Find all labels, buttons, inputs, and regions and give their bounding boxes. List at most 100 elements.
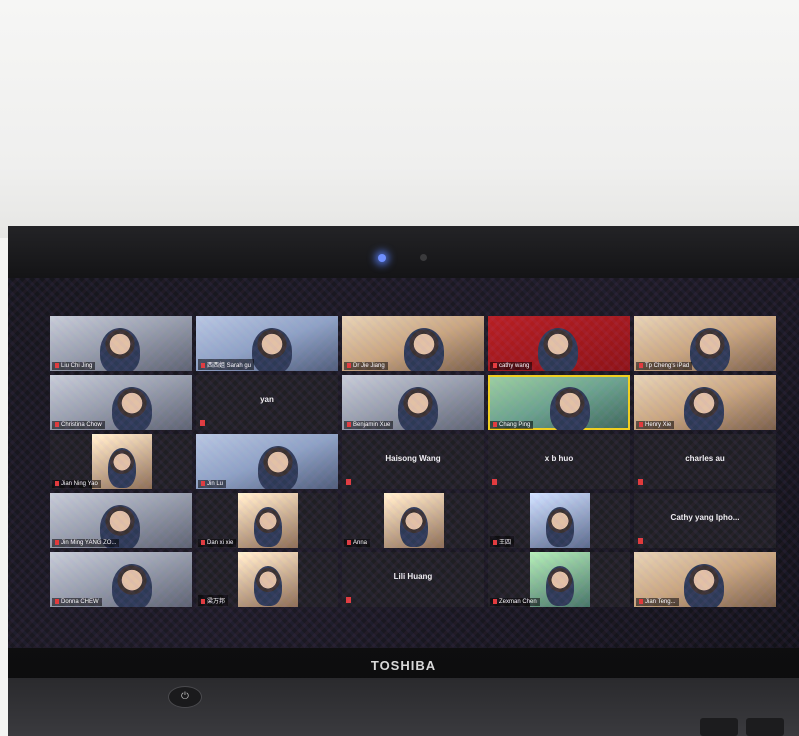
participant-name: Zexman Chen [499,599,537,605]
muted-mic-icon [639,362,643,368]
muted-mic-icon [493,539,497,545]
participant-tile[interactable]: Liu Chi Jing [50,316,192,371]
participant-tile[interactable]: Dr Jie Jiang [342,316,484,371]
participant-video-figure [404,328,444,371]
participant-name: Cathy yang Ipho... [670,513,740,522]
participant-tile[interactable]: yan [196,375,338,430]
screen-bezel-top [8,226,799,278]
muted-mic-icon [200,420,205,426]
participant-name: Liu Chi Jing [61,363,93,369]
participant-name-label: Dr Jie Jiang [344,361,388,370]
muted-mic-icon [201,539,205,545]
participant-name-label: Chang Ping [490,420,534,429]
muted-mic-icon [201,598,205,604]
muted-mic-icon [55,539,59,545]
participant-video-figure [690,328,730,371]
participant-tile[interactable]: Benjamin Xue [342,375,484,430]
participant-name: charles au [685,454,725,463]
participant-video-figure [112,564,152,607]
participant-name: Christina Chow [61,422,102,428]
muted-mic-icon [55,421,59,427]
participant-tile[interactable]: Anna [342,493,484,548]
wall-background [0,0,799,238]
participant-tile[interactable]: Chang Ping [488,375,630,430]
participant-name-label: Jin Lu [198,479,227,488]
participant-name: Haisong Wang [385,454,441,463]
participant-tile[interactable]: Donna CHEW [50,552,192,607]
participant-tile[interactable]: charles au [634,434,776,489]
participant-name: Jin Lu [207,481,224,487]
participant-name-label: Dan xi xie [198,538,237,547]
webcam-lens-icon [420,254,427,261]
participant-tile[interactable]: Jin Lu [196,434,338,489]
participant-name: Jian Teng... [645,599,676,605]
participant-name-label: 西西姐 Sarah gu [198,359,255,370]
participant-name: Dan xi xie [207,540,234,546]
brand-logo: TOSHIBA [370,658,437,673]
muted-mic-icon [201,362,205,368]
participant-video-figure [254,566,282,606]
participant-tile[interactable]: cathy wang [488,316,630,371]
participant-tile[interactable]: Jian Teng... [634,552,776,607]
muted-mic-icon [638,479,643,485]
power-button-icon[interactable]: ⏻ [168,686,202,708]
muted-mic-icon [492,479,497,485]
participant-name-label: cathy wang [490,361,533,370]
participant-tile[interactable]: 王四 [488,493,630,548]
keyboard-key[interactable] [700,718,738,736]
participant-name: Jian Ning Yao [61,481,98,487]
participant-tile[interactable]: Tp Cheng's iPad [634,316,776,371]
participant-tile[interactable]: x b huo [488,434,630,489]
participant-name-label: Jin Ming YANG ZO... [52,538,120,547]
participant-tile[interactable]: Cathy yang Ipho... [634,493,776,548]
muted-mic-icon [55,362,59,368]
participant-name-label: Zexman Chen [490,597,540,606]
participant-name-label: Liu Chi Jing [52,361,96,370]
muted-mic-icon [346,597,351,603]
participant-video-figure [546,507,574,547]
participant-tile[interactable]: Jian Ning Yao [50,434,192,489]
participant-name: 西西姐 Sarah gu [207,363,252,369]
participant-name: Benjamin Xue [353,422,391,428]
participant-name: Donna CHEW [61,599,99,605]
participant-tile[interactable]: Lili Huang [342,552,484,607]
muted-mic-icon [347,539,351,545]
muted-mic-icon [493,421,497,427]
participant-name: Henry Xie [645,422,672,428]
keyboard-key[interactable] [746,718,784,736]
participant-name: Lili Huang [393,572,433,581]
participant-name: 梁万邦 [207,599,226,605]
participant-tile[interactable]: 梁万邦 [196,552,338,607]
participant-tile[interactable]: Jin Ming YANG ZO... [50,493,192,548]
participant-name: Tp Cheng's iPad [645,363,690,369]
participant-name-label: Jian Teng... [636,597,679,606]
participant-video-figure [252,328,292,371]
participant-name-label: Benjamin Xue [344,420,394,429]
muted-mic-icon [639,598,643,604]
webcam-light-icon [378,254,386,262]
participant-video-figure [258,446,298,489]
participant-tile[interactable]: Haisong Wang [342,434,484,489]
participant-name: 王四 [499,540,512,546]
keyboard-deck: ⏻ [8,678,799,736]
muted-mic-icon [493,598,497,604]
participant-tile[interactable]: Henry Xie [634,375,776,430]
laptop-screen: Liu Chi Jing 西西姐 Sarah gu Dr Jie Jiang cath… [8,278,799,648]
participant-tile[interactable]: Zexman Chen [488,552,630,607]
participant-tile[interactable]: Christina Chow [50,375,192,430]
participant-video-figure [108,448,136,488]
participant-video-figure [684,387,724,430]
muted-mic-icon [55,480,59,486]
participant-video-figure [550,387,590,430]
participant-tile[interactable]: 西西姐 Sarah gu [196,316,338,371]
participant-name: Dr Jie Jiang [353,363,385,369]
participant-name-label: Anna [344,538,371,547]
participant-video-figure [254,507,282,547]
participant-name-label: Christina Chow [52,420,105,429]
participant-video-figure [100,328,140,371]
participant-name: Anna [353,540,368,546]
participant-name-label: 王四 [490,536,515,547]
muted-mic-icon [347,362,351,368]
muted-mic-icon [639,421,643,427]
participant-tile[interactable]: Dan xi xie [196,493,338,548]
